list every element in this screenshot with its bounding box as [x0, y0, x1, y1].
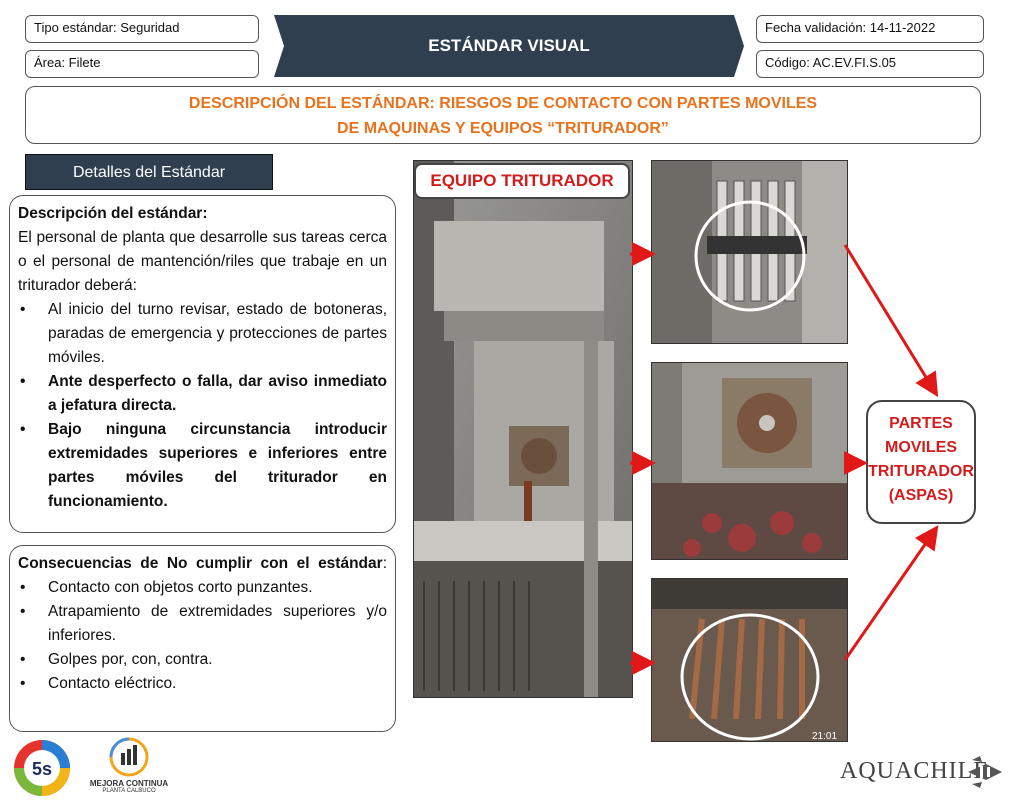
consequences-heading-row: Consecuencias de No cumplir con el están… — [18, 552, 387, 576]
blades-photo-top-illustration — [652, 161, 847, 343]
mejora-line-2: PLANTA CALBUCO — [102, 788, 156, 794]
partes-line-2: MOVILES — [884, 439, 957, 456]
mejora-continua-text: MEJORA CONTINUA PLANTA CALBUCO — [88, 779, 170, 794]
arrow-bottom-to-partes — [843, 525, 939, 661]
motor-photo-middle — [651, 362, 848, 560]
consequences-heading: Consecuencias de No cumplir con el están… — [18, 555, 383, 572]
description-line-1: DESCRIPCIÓN DEL ESTÁNDAR: RIESGOS DE CON… — [188, 95, 818, 112]
title-banner: ESTÁNDAR VISUAL — [274, 15, 744, 77]
mejora-continua-graphic — [109, 737, 149, 777]
equipo-triturador-label: EQUIPO TRITURADOR — [414, 163, 630, 199]
consequence-bullet: Contacto con objetos corto punzantes. — [18, 576, 387, 600]
fecha-validacion-text: Fecha validación: 14-11-2022 — [765, 20, 936, 35]
partes-line-1: PARTES — [889, 415, 953, 432]
mejora-continua-logo: MEJORA CONTINUA PLANTA CALBUCO — [88, 735, 170, 799]
equipment-photo-illustration — [414, 161, 632, 697]
aquachile-fish-icon — [968, 756, 1002, 788]
five-s-text: 5s — [32, 759, 52, 779]
photo-timestamp: 21:01 — [812, 731, 837, 742]
consequences-heading-suffix: : — [382, 555, 387, 572]
motor-photo-middle-illustration — [652, 363, 847, 559]
standard-heading: Descripción del estándar: — [18, 205, 208, 222]
codigo-text: Código: AC.EV.FI.S.05 — [765, 55, 897, 70]
five-s-logo-graphic: 5s — [14, 740, 70, 796]
standard-bullet: Ante desperfecto o falla, dar aviso inme… — [18, 370, 387, 418]
standard-bullet: Al inicio del turno revisar, estado de b… — [18, 298, 387, 370]
consequence-bullet: Atrapamiento de extremidades superiores … — [18, 600, 387, 648]
blades-photo-top — [651, 160, 848, 344]
partes-line-3: TRITURADOR — [868, 463, 974, 480]
area-box: Área: Filete — [25, 50, 259, 78]
details-tab: Detalles del Estándar — [25, 154, 273, 190]
five-s-logo: 5s — [10, 738, 74, 798]
tipo-estandar-box: Tipo estándar: Seguridad — [25, 15, 259, 43]
consequences-bullet-list: Contacto con objetos corto punzantes. At… — [18, 576, 387, 696]
blades-photo-bottom-illustration: 21:01 — [652, 579, 847, 742]
consequence-bullet: Golpes por, con, contra. — [18, 648, 387, 672]
consequences-panel: Consecuencias de No cumplir con el están… — [9, 545, 396, 732]
equipment-photo — [413, 160, 633, 698]
partes-line-4: (ASPAS) — [888, 487, 954, 504]
mejora-line-1: MEJORA CONTINUA — [89, 779, 169, 788]
standard-bullet: Bajo ninguna circunstancia introducir ex… — [18, 418, 387, 514]
codigo-box: Código: AC.EV.FI.S.05 — [756, 50, 984, 78]
area-text: Área: Filete — [34, 55, 101, 70]
consequence-bullet: Contacto eléctrico. — [18, 672, 387, 696]
fecha-validacion-box: Fecha validación: 14-11-2022 — [756, 15, 984, 43]
arrow-top-to-partes — [843, 244, 939, 398]
standard-bullet-list: Al inicio del turno revisar, estado de b… — [18, 298, 387, 514]
standard-intro: El personal de planta que desarrolle sus… — [18, 229, 387, 294]
description-box: DESCRIPCIÓN DEL ESTÁNDAR: RIESGOS DE CON… — [25, 86, 981, 144]
page-title: ESTÁNDAR VISUAL — [428, 36, 590, 55]
standard-panel: Descripción del estándar: El personal de… — [9, 195, 396, 533]
tipo-estandar-text: Tipo estándar: Seguridad — [34, 20, 180, 35]
description-line-2: DE MAQUINAS Y EQUIPOS “TRITURADOR” — [337, 120, 669, 137]
blades-photo-bottom: 21:01 — [651, 578, 848, 742]
partes-moviles-label: PARTES MOVILES TRITURADOR (ASPAS) — [866, 400, 976, 524]
